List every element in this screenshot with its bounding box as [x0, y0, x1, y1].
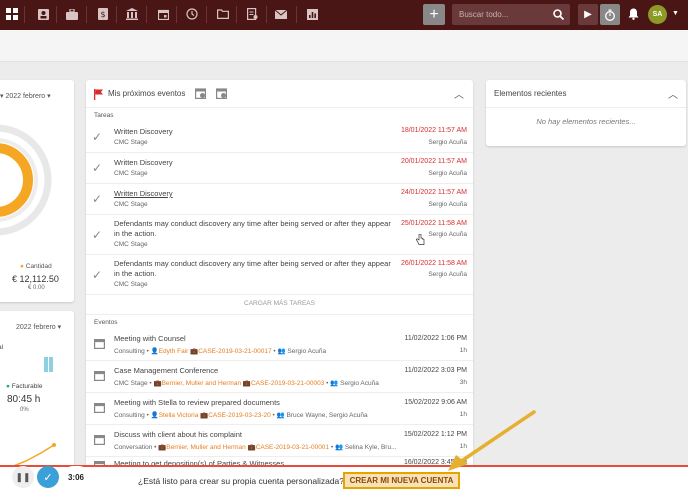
percent-value: 0% [20, 407, 29, 413]
case-link[interactable]: 💼CASE-2019-03-23-20 [200, 412, 271, 419]
briefcase-icon: 💼 [247, 444, 256, 451]
donut-chart [0, 124, 52, 236]
sub-amount-value: € 0.00 [28, 285, 45, 291]
calendar-icon [94, 403, 105, 413]
event-row[interactable]: Discuss with client about his complaint … [86, 425, 473, 457]
hours-value: 80:45 h [7, 394, 41, 405]
chevron-down-icon[interactable]: ▼ [672, 10, 679, 17]
month-selector[interactable]: ▾ 2022 febrero ▾ [0, 92, 51, 100]
add-new-button[interactable]: + [423, 4, 445, 25]
banner-text: ¿Está listo para crear su propia cuenta … [138, 476, 345, 486]
chevron-down-icon: ▾ [45, 93, 51, 100]
task-row[interactable]: ✓ Defendants may conduct discovery any t… [86, 255, 473, 295]
pause-recording-button[interactable]: ❚❚ [12, 466, 34, 488]
billing-summary-card: ▾ 2022 febrero ▾ ● Cantidad € 12,112.50 … [0, 80, 74, 302]
calendar-icon [94, 371, 105, 381]
flag-icon [94, 89, 103, 100]
legend-dot-icon: ● [6, 383, 10, 390]
briefcase-icon: 💼 [242, 380, 251, 387]
reports-icon[interactable] [303, 5, 321, 23]
task-row[interactable]: ✓ Written Discovery CMC Stage 20/01/2022… [86, 153, 473, 184]
empty-state-text: No hay elementos recientes... [536, 117, 636, 126]
hand-cursor-icon [416, 234, 425, 245]
play-icon[interactable]: ▶ [578, 4, 598, 25]
event-row[interactable]: Meeting with Stella to review prepared d… [86, 393, 473, 425]
contact-link[interactable]: 👤Stella Victoria [151, 412, 199, 419]
check-icon[interactable]: ✓ [92, 268, 102, 282]
briefcase-icon[interactable] [63, 5, 81, 23]
legend-item: ● Cantidad [20, 263, 52, 270]
user-avatar[interactable]: SA [648, 5, 667, 24]
people-icon: 👥 [334, 444, 344, 451]
person-icon: 👤 [150, 348, 159, 355]
check-icon[interactable]: ✓ [92, 228, 102, 242]
notifications-bell-icon[interactable] [625, 5, 641, 23]
event-row[interactable]: Meeting with Counsel Consulting • 👤Edyth… [86, 329, 473, 361]
search-icon[interactable] [546, 4, 570, 25]
contact-link[interactable]: 💼Bernier, Muller and Herman [158, 444, 246, 451]
task-row[interactable]: ✓ Defendants may conduct discovery any t… [86, 215, 473, 255]
check-icon[interactable]: ✓ [92, 130, 102, 144]
svg-text:$: $ [100, 10, 105, 19]
amount-value: € 12,112.50 [12, 274, 59, 284]
check-icon[interactable]: ✓ [92, 192, 102, 206]
events-section-label: Eventos [94, 319, 118, 326]
collapse-chevron-icon[interactable]: ︿ [454, 86, 464, 101]
briefcase-icon: 💼 [153, 380, 162, 387]
billing-icon[interactable]: $ [94, 5, 112, 23]
dashboard-icon[interactable] [3, 5, 21, 23]
case-link[interactable]: 💼CASE-2019-03-21-00003 [243, 380, 324, 387]
card-header: Mis próximos eventos ︿ [86, 80, 473, 108]
top-navigation-bar: $ + ▶ SA ▼ [0, 0, 688, 30]
tasks-section-label: Tareas [94, 112, 114, 119]
event-row[interactable]: Case Management Conference CMC Stage • 💼… [86, 361, 473, 393]
people-icon: 👥 [330, 380, 339, 387]
add-event-icon[interactable] [216, 87, 227, 99]
people-icon: 👥 [277, 348, 286, 355]
person-icon: 👤 [150, 412, 159, 419]
case-link[interactable]: 💼CASE-2019-03-21-00001 [248, 444, 329, 451]
calendar-icon [94, 339, 105, 349]
task-row[interactable]: ✓ Written Discovery CMC Stage 24/01/2022… [86, 184, 473, 215]
legend-item: ● Facturable [6, 383, 43, 390]
signup-banner: ¿Está listo para crear su propia cuenta … [0, 465, 688, 493]
recent-items-card: Elementos recientes ︿ No hay elementos r… [486, 80, 686, 146]
bar [44, 357, 48, 372]
folder-icon[interactable] [214, 5, 232, 23]
recording-timer: 3:06 [62, 466, 90, 488]
sub-header [0, 30, 688, 62]
hours-summary-card: 2022 febrero ▾ al ● Facturable 80:45 h 0… [0, 311, 74, 471]
people-icon: 👥 [276, 412, 285, 419]
card-title: Elementos recientes [494, 89, 567, 98]
finish-recording-button[interactable]: ✓ [37, 466, 59, 488]
contact-link[interactable]: 👤Edyth Fair [151, 348, 189, 355]
stopwatch-icon[interactable] [600, 4, 620, 25]
legend-dot-icon: ● [20, 263, 24, 270]
contact-link[interactable]: 💼Bernier, Muller and Herman [154, 380, 242, 387]
search-input[interactable] [452, 4, 546, 25]
upcoming-events-card: Mis próximos eventos ︿ Tareas ✓ Written … [86, 80, 473, 471]
history-icon[interactable] [183, 5, 201, 23]
bar [49, 357, 53, 372]
create-account-button[interactable]: CREAR MI NUEVA CUENTA [343, 472, 460, 489]
mail-icon[interactable] [272, 5, 290, 23]
case-link[interactable]: 💼CASE-2019-03-21-00017 [190, 348, 271, 355]
documents-icon[interactable] [243, 5, 261, 23]
calendar-icon[interactable] [154, 5, 172, 23]
month-selector[interactable]: 2022 febrero ▾ [16, 323, 61, 331]
load-more-tasks-button[interactable]: CARGAR MÁS TAREAS [86, 300, 473, 307]
chevron-down-icon: ▾ [55, 324, 62, 331]
calendar-icon [94, 435, 105, 445]
collapse-chevron-icon[interactable]: ︿ [668, 86, 678, 101]
task-row[interactable]: ✓ Written Discovery CMC Stage 18/01/2022… [86, 122, 473, 153]
check-icon[interactable]: ✓ [92, 161, 102, 175]
card-title: Mis próximos eventos [108, 89, 186, 98]
add-task-icon[interactable] [195, 87, 206, 99]
contacts-icon[interactable] [34, 5, 52, 23]
bank-icon[interactable] [123, 5, 141, 23]
global-search [452, 4, 570, 25]
